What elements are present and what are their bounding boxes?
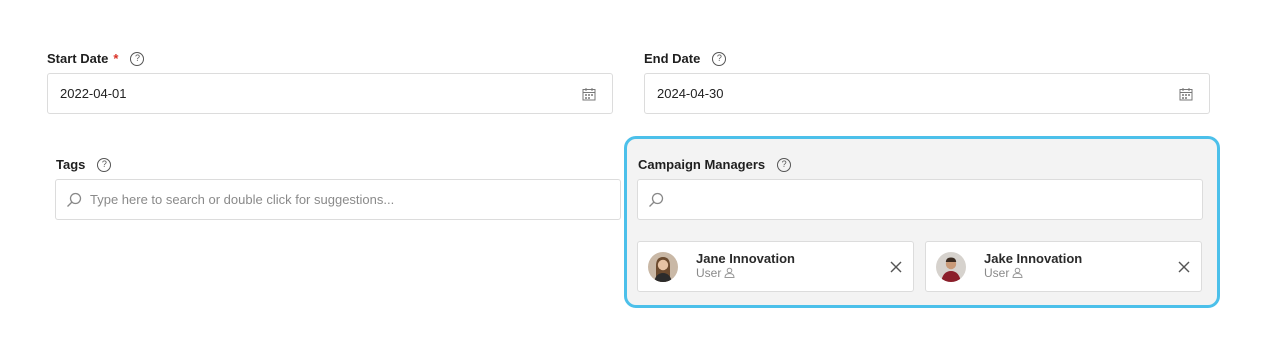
campaign-managers-label-row: Campaign Managers ? <box>638 157 792 172</box>
required-marker: * <box>113 51 119 66</box>
tags-label-row: Tags ? <box>56 157 112 172</box>
avatar <box>648 251 678 282</box>
end-date-value[interactable]: 2024-04-30 <box>645 86 1179 101</box>
search-icon <box>66 192 82 208</box>
manager-info: Jake Innovation User <box>984 250 1177 282</box>
end-date-label-row: End Date ? <box>644 51 727 66</box>
campaign-managers-label: Campaign Managers <box>638 157 766 172</box>
start-date-label: Start Date <box>47 51 109 66</box>
start-date-field[interactable]: 2022-04-01 <box>47 73 613 114</box>
help-circle-icon[interactable]: ? <box>777 157 792 172</box>
calendar-icon[interactable] <box>1179 87 1193 101</box>
help-circle-icon[interactable]: ? <box>130 51 145 66</box>
manager-name: Jane Innovation <box>696 250 795 266</box>
manager-role: User <box>984 266 1010 281</box>
close-icon[interactable] <box>889 260 903 274</box>
start-date-label-row: Start Date * ? <box>47 51 145 66</box>
end-date-label: End Date <box>644 51 701 66</box>
avatar <box>936 251 966 282</box>
user-icon <box>1012 267 1023 282</box>
start-date-value[interactable]: 2022-04-01 <box>48 86 582 101</box>
help-circle-icon[interactable]: ? <box>97 157 112 172</box>
tags-search-field[interactable]: Type here to search or double click for … <box>55 179 621 220</box>
manager-card-jane: Jane Innovation User <box>637 241 914 292</box>
manager-role-row: User <box>984 266 1177 282</box>
manager-role-row: User <box>696 266 889 282</box>
search-icon <box>648 192 664 208</box>
end-date-field[interactable]: 2024-04-30 <box>644 73 1210 114</box>
manager-name: Jake Innovation <box>984 250 1083 266</box>
manager-role: User <box>696 266 722 281</box>
manager-card-jake: Jake Innovation User <box>925 241 1202 292</box>
tags-label: Tags <box>56 157 86 172</box>
campaign-managers-search-input[interactable] <box>637 179 1203 220</box>
manager-info: Jane Innovation User <box>696 250 889 282</box>
close-icon[interactable] <box>1177 260 1191 274</box>
tags-placeholder[interactable]: Type here to search or double click for … <box>90 192 394 207</box>
user-icon <box>724 267 735 282</box>
help-circle-icon[interactable]: ? <box>712 51 727 66</box>
calendar-icon[interactable] <box>582 87 596 101</box>
